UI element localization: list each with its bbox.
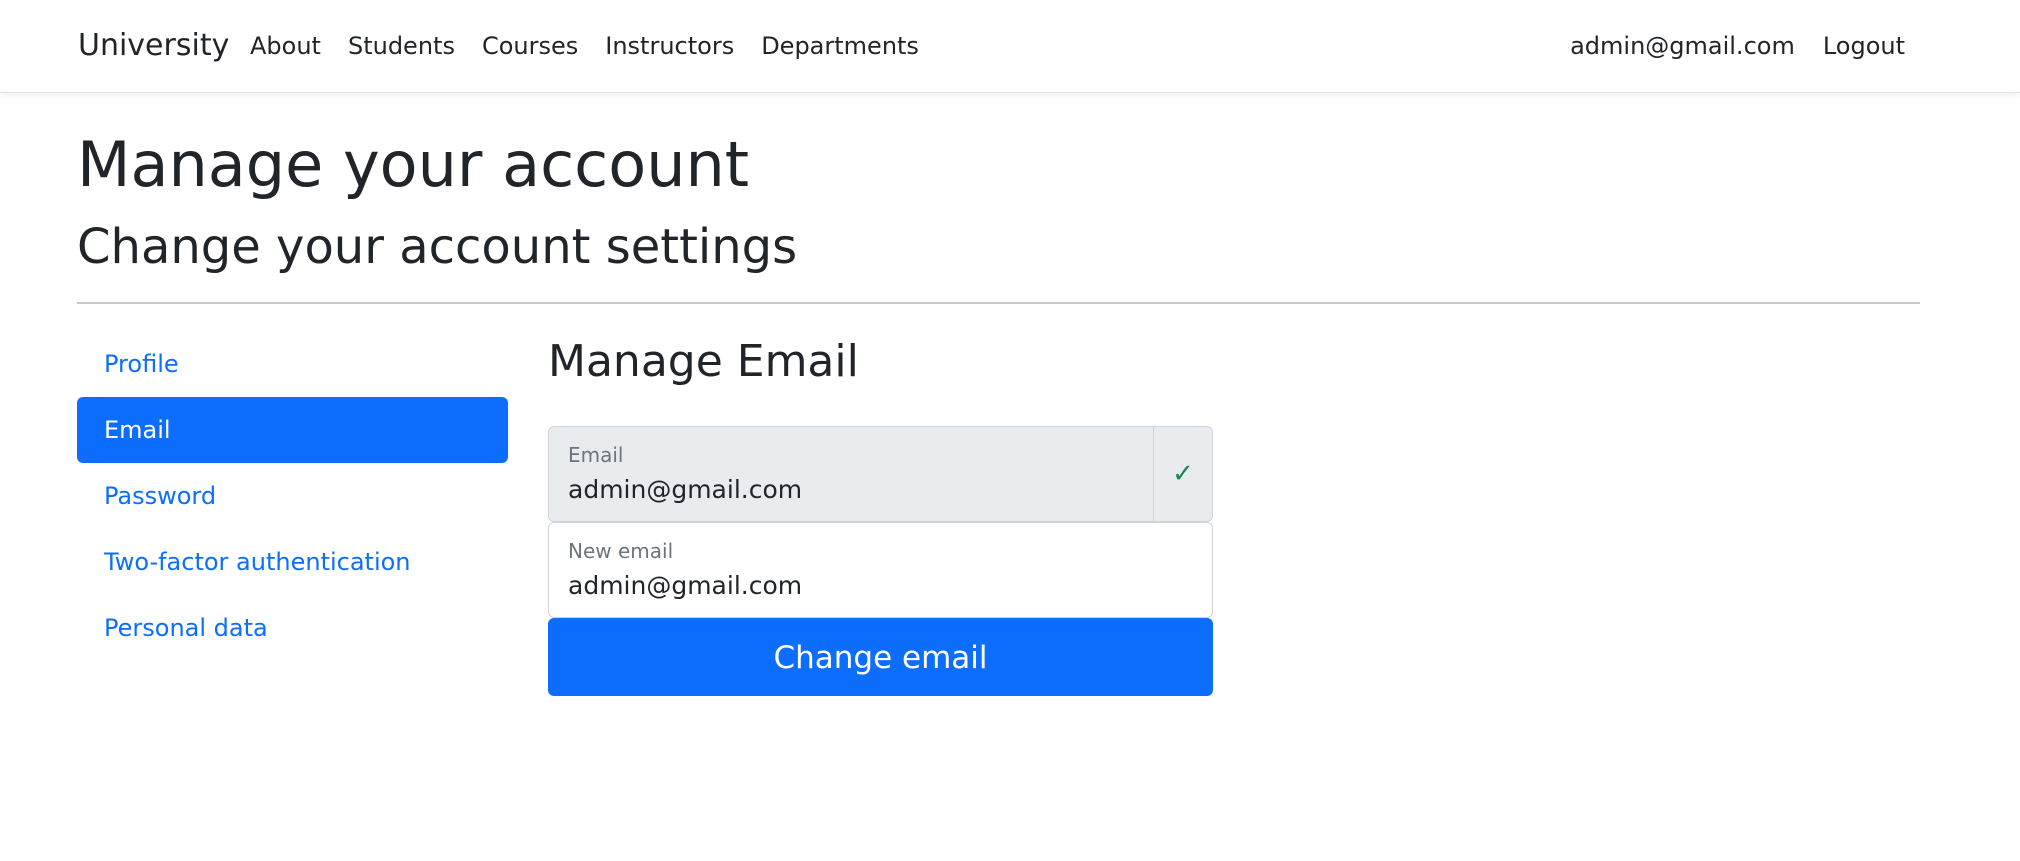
change-email-form: Email admin@gmail.com ✓ New email admin@… [548,426,1213,696]
nav-link-students[interactable]: Students [348,28,455,64]
logout-button[interactable]: Logout [1823,28,1905,64]
new-email-field[interactable]: New email admin@gmail.com [548,522,1213,618]
page-subtitle: Change your account settings [77,219,798,275]
nav-link-about[interactable]: About [250,28,321,64]
nav-link-courses[interactable]: Courses [482,28,578,64]
sidebar-item-profile[interactable]: Profile [77,331,508,397]
email-field: Email admin@gmail.com [548,426,1154,522]
sidebar-item-email[interactable]: Email [77,397,508,463]
brand-link[interactable]: University [78,24,229,68]
divider [77,302,1920,304]
email-field-value: admin@gmail.com [568,475,803,504]
navbar: University About Students Courses Instru… [0,0,2020,93]
sidebar-item-personal-data[interactable]: Personal data [77,595,508,661]
nav-user-area: admin@gmail.com Logout [1570,28,1905,64]
user-email-link[interactable]: admin@gmail.com [1570,28,1795,64]
nav-link-instructors[interactable]: Instructors [605,28,734,64]
new-email-field-label: New email [568,539,674,563]
change-email-button[interactable]: Change email [548,618,1213,696]
sidebar-item-two-factor[interactable]: Two-factor authentication [77,529,508,595]
check-icon: ✓ [1154,426,1213,522]
section-title: Manage Email [548,336,859,387]
sidebar-item-password[interactable]: Password [77,463,508,529]
page-title: Manage your account [77,128,750,201]
new-email-field-value[interactable]: admin@gmail.com [568,568,802,604]
nav-links: About Students Courses Instructors Depar… [250,28,919,64]
nav-link-departments[interactable]: Departments [761,28,919,64]
email-input-group: Email admin@gmail.com ✓ [548,426,1213,522]
email-field-label: Email [568,443,624,467]
account-sidebar: Profile Email Password Two-factor authen… [77,331,508,661]
